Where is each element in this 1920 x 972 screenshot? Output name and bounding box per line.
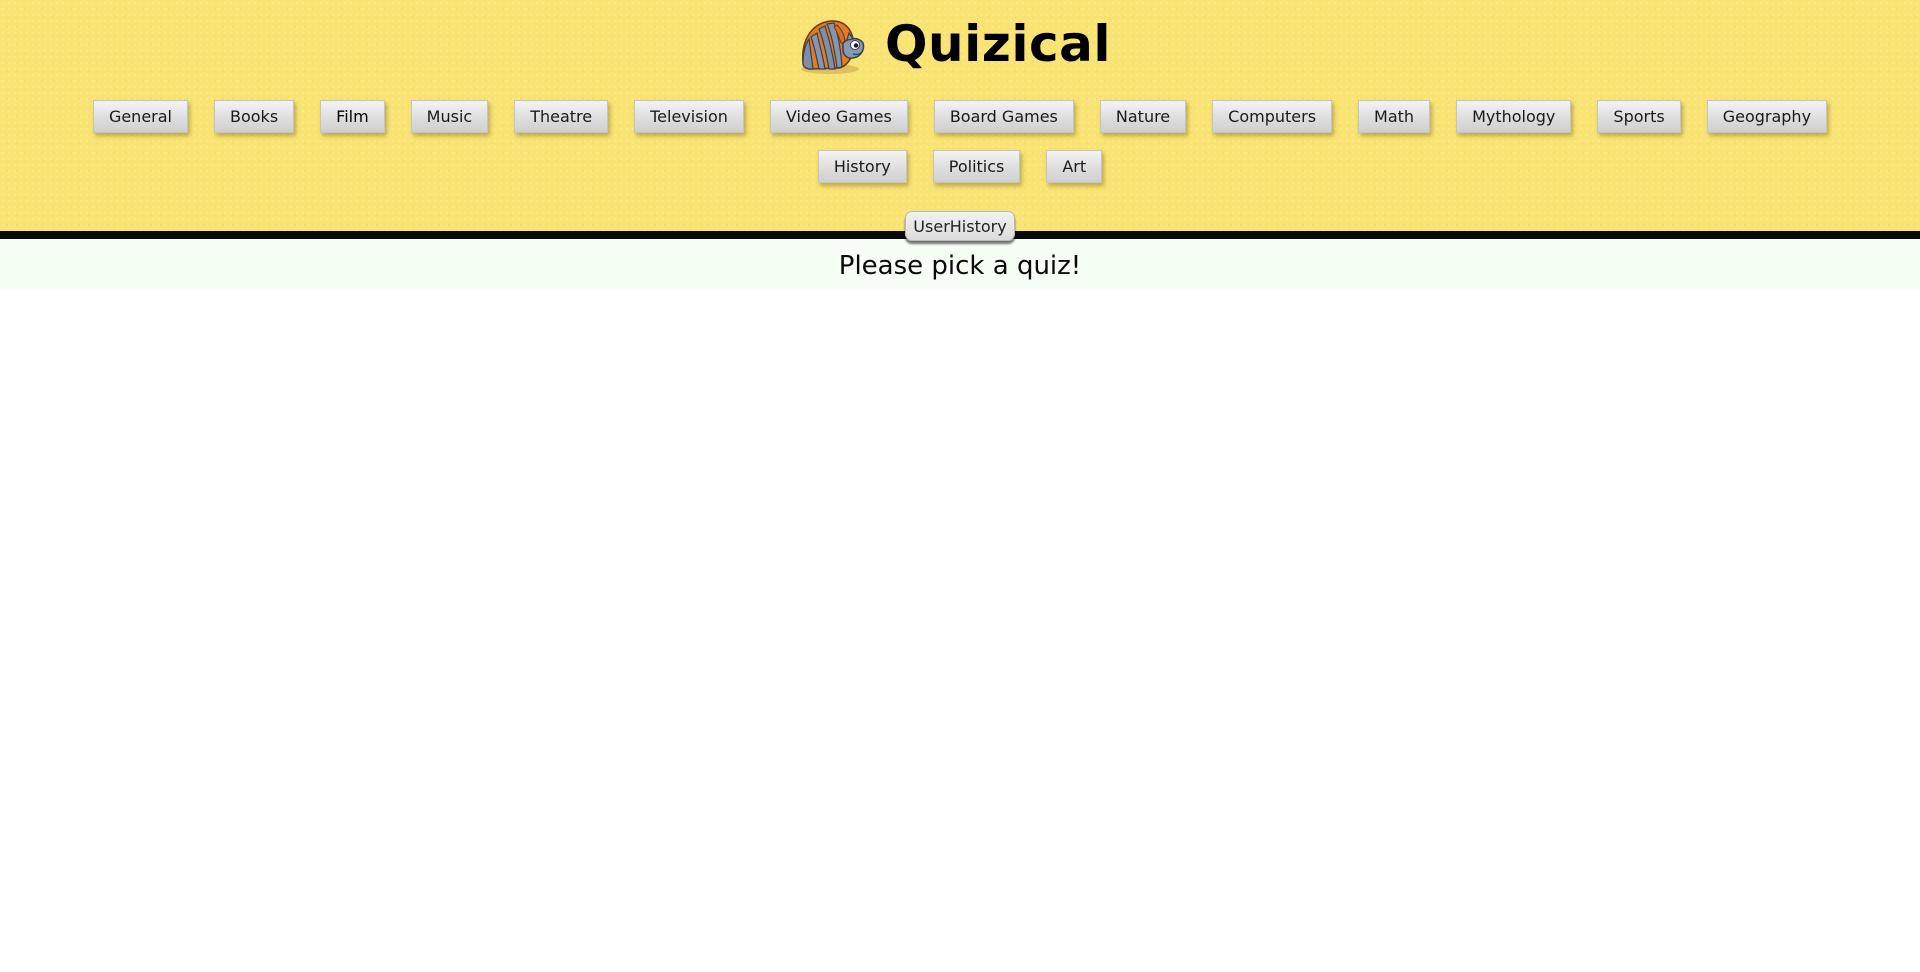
category-button-geography[interactable]: Geography xyxy=(1706,100,1828,133)
site-title: Quizical xyxy=(885,15,1111,73)
category-button-math[interactable]: Math xyxy=(1358,100,1431,133)
category-button-nature[interactable]: Nature xyxy=(1099,100,1187,133)
category-button-history[interactable]: History xyxy=(817,150,907,183)
category-button-board-games[interactable]: Board Games xyxy=(933,100,1074,133)
user-history-button[interactable]: UserHistory xyxy=(905,211,1015,241)
category-button-sports[interactable]: Sports xyxy=(1597,100,1681,133)
category-nav: General Books Film Music Theatre Televis… xyxy=(58,100,1862,183)
category-button-mythology[interactable]: Mythology xyxy=(1456,100,1572,133)
category-button-music[interactable]: Music xyxy=(410,100,489,133)
site-header: Quizical General Books Film Music Theatr… xyxy=(0,0,1920,241)
category-button-art[interactable]: Art xyxy=(1046,150,1103,183)
brand: Quizical xyxy=(0,10,1920,78)
prompt-bar: Please pick a quiz! xyxy=(0,239,1920,289)
category-button-video-games[interactable]: Video Games xyxy=(769,100,908,133)
category-button-books[interactable]: Books xyxy=(214,100,295,133)
armadillo-logo-icon xyxy=(797,13,867,75)
category-button-general[interactable]: General xyxy=(92,100,188,133)
category-button-television[interactable]: Television xyxy=(634,100,744,133)
category-button-theatre[interactable]: Theatre xyxy=(514,100,609,133)
pick-quiz-prompt: Please pick a quiz! xyxy=(838,251,1082,281)
category-button-film[interactable]: Film xyxy=(320,100,385,133)
category-button-computers[interactable]: Computers xyxy=(1212,100,1333,133)
category-button-politics[interactable]: Politics xyxy=(932,150,1021,183)
